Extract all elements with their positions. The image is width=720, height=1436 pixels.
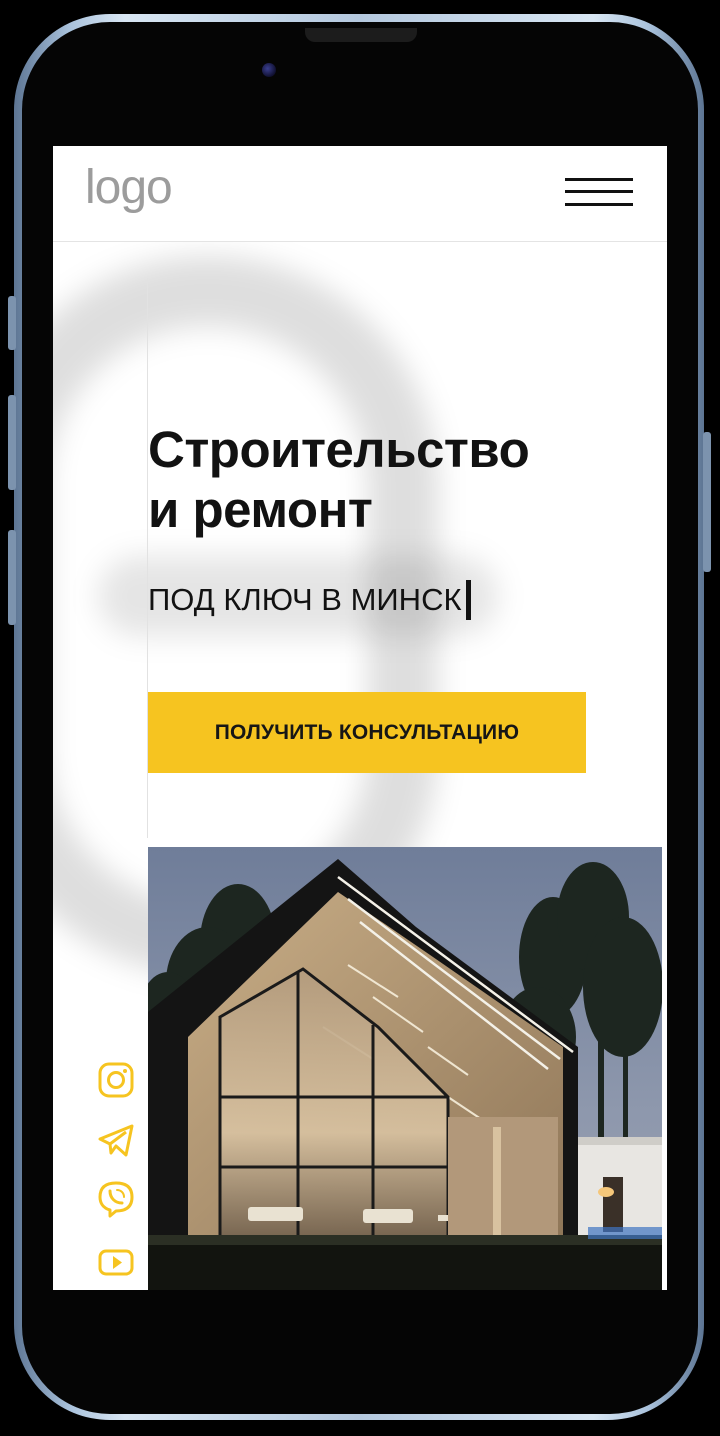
phone-side-button bbox=[8, 530, 16, 625]
hero-house-image bbox=[148, 847, 662, 1290]
front-camera bbox=[262, 63, 276, 77]
phone-side-button bbox=[8, 296, 16, 350]
hero-title-line2: и ремонт bbox=[148, 481, 373, 538]
logo[interactable]: logo bbox=[85, 160, 173, 216]
screen: logo Строительство и ремонт ПОД КЛЮЧ В МИ… bbox=[53, 146, 667, 1290]
telegram-icon[interactable] bbox=[97, 1121, 135, 1159]
phone-side-button bbox=[8, 395, 16, 490]
hero-subtitle-text: ПОД КЛЮЧ В МИНСК bbox=[148, 582, 462, 617]
viber-icon[interactable] bbox=[97, 1180, 135, 1218]
instagram-icon[interactable] bbox=[97, 1061, 135, 1099]
get-consultation-button[interactable]: ПОЛУЧИТЬ КОНСУЛЬТАЦИЮ bbox=[148, 692, 586, 773]
hero-subtitle: ПОД КЛЮЧ В МИНСК bbox=[148, 579, 471, 622]
hero-title-line1: Строительство bbox=[148, 421, 530, 478]
hamburger-menu-icon[interactable] bbox=[561, 174, 633, 210]
hero-title: Строительство и ремонт bbox=[148, 420, 658, 540]
site-header: logo bbox=[53, 146, 667, 242]
phone-side-button bbox=[703, 432, 711, 572]
typing-cursor bbox=[465, 579, 471, 620]
youtube-icon[interactable] bbox=[97, 1243, 135, 1281]
phone-speaker bbox=[305, 28, 417, 42]
